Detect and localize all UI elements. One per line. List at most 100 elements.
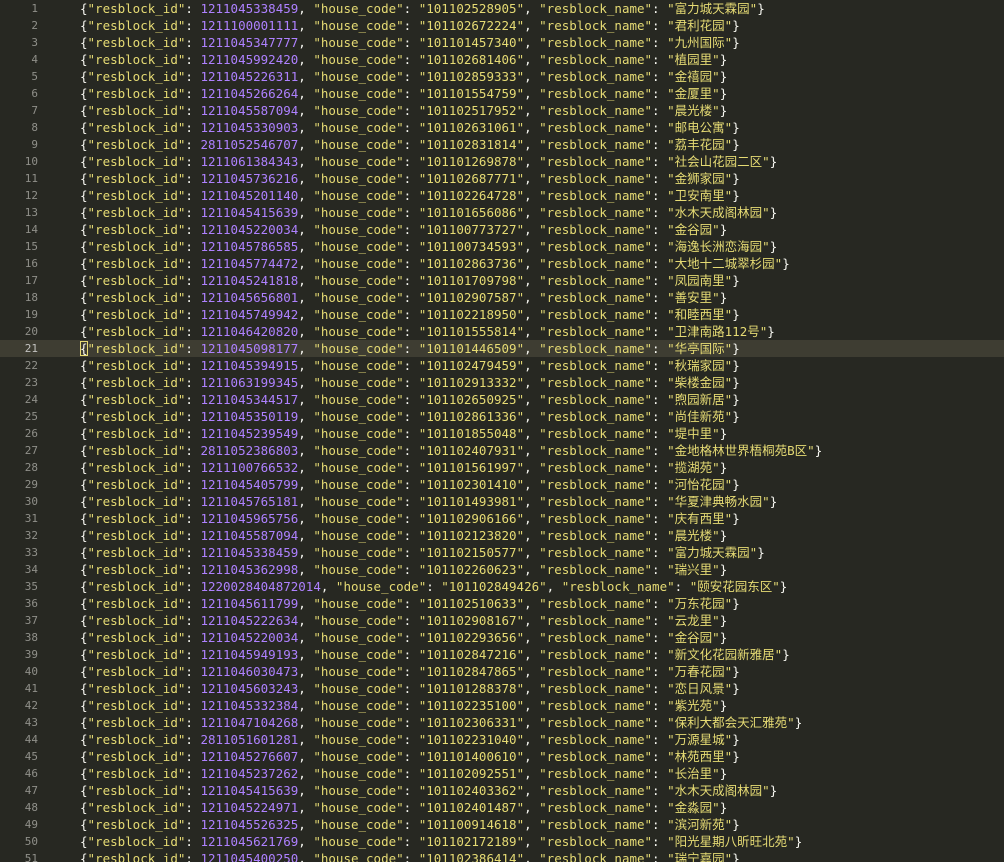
colon: : xyxy=(185,817,201,832)
close-brace: } xyxy=(732,35,740,50)
close-brace: } xyxy=(732,851,740,862)
colon: : xyxy=(674,579,690,594)
code-line[interactable]: 13 {"resblock_id": 1211045415639, "house_… xyxy=(0,204,1004,221)
key-resblock-name: "resblock_name" xyxy=(539,239,653,254)
code-line[interactable]: 50 {"resblock_id": 1211045621769, "house_… xyxy=(0,833,1004,850)
code-line[interactable]: 3 {"resblock_id": 1211045347777, "house_c… xyxy=(0,34,1004,51)
code-line[interactable]: 49 {"resblock_id": 1211045526325, "house_… xyxy=(0,816,1004,833)
code-line[interactable]: 30 {"resblock_id": 1211045765181, "house_… xyxy=(0,493,1004,510)
code-line[interactable]: 22 {"resblock_id": 1211045394915, "house_… xyxy=(0,357,1004,374)
comma: , xyxy=(298,698,314,713)
code-line[interactable]: 15 {"resblock_id": 1211045786585, "house_… xyxy=(0,238,1004,255)
code-line[interactable]: 21 {"resblock_id": 1211045098177, "house_… xyxy=(0,340,1004,357)
code-line[interactable]: 27 {"resblock_id": 2811052386803, "house_… xyxy=(0,442,1004,459)
close-brace: } xyxy=(732,511,740,526)
code-line[interactable]: 9 {"resblock_id": 2811052546707, "house_c… xyxy=(0,136,1004,153)
line-number: 42 xyxy=(24,699,38,712)
code-line[interactable]: 46 {"resblock_id": 1211045237262, "house_… xyxy=(0,765,1004,782)
quote: " xyxy=(516,154,525,169)
code-line[interactable]: 17 {"resblock_id": 1211045241818, "house_… xyxy=(0,272,1004,289)
quote: " xyxy=(712,290,720,305)
code-line[interactable]: 4 {"resblock_id": 1211045992420, "house_c… xyxy=(0,51,1004,68)
code-line[interactable]: 41 {"resblock_id": 1211045603243, "house_… xyxy=(0,680,1004,697)
open-brace: { xyxy=(80,766,88,781)
code-line[interactable]: 31 {"resblock_id": 1211045965756, "house_… xyxy=(0,510,1004,527)
code-line[interactable]: 32 {"resblock_id": 1211045587094, "house_… xyxy=(0,527,1004,544)
colon: : xyxy=(185,613,201,628)
quote: " xyxy=(667,613,675,628)
code-line[interactable]: 2 {"resblock_id": 1211100001111, "house_c… xyxy=(0,17,1004,34)
colon: : xyxy=(652,307,668,322)
code-line[interactable]: 16 {"resblock_id": 1211045774472, "house_… xyxy=(0,255,1004,272)
colon: : xyxy=(403,477,419,492)
colon: : xyxy=(185,783,201,798)
key-resblock-id: "resblock_id" xyxy=(87,647,186,662)
code-line[interactable]: 51 {"resblock_id": 1211045400250, "house_… xyxy=(0,850,1004,862)
key-house-code: "house_code" xyxy=(313,324,404,339)
quote: " xyxy=(667,766,675,781)
code-line[interactable]: 40 {"resblock_id": 1211046030473, "house_… xyxy=(0,663,1004,680)
value-resblock-name: 揽湖苑 xyxy=(674,460,713,475)
comma: , xyxy=(298,392,314,407)
code-line[interactable]: 33 {"resblock_id": 1211045338459, "house_… xyxy=(0,544,1004,561)
key-resblock-name: "resblock_name" xyxy=(539,545,653,560)
code-line[interactable]: 1 {"resblock_id": 1211045338459, "house_c… xyxy=(0,0,1004,17)
line-number: 35 xyxy=(24,580,38,593)
value-house-code: 101102847865 xyxy=(426,664,517,679)
quote: " xyxy=(667,120,675,135)
code-line[interactable]: 35 {"resblock_id": 1220028404872014, "hou… xyxy=(0,578,1004,595)
value-resblock-name: 柴楼金园 xyxy=(674,375,725,390)
value-house-code: 101100734593 xyxy=(426,239,517,254)
colon: : xyxy=(403,851,419,862)
code-line[interactable]: 37 {"resblock_id": 1211045222634, "house_… xyxy=(0,612,1004,629)
code-line[interactable]: 23 {"resblock_id": 1211063199345, "house_… xyxy=(0,374,1004,391)
code-line[interactable]: 11 {"resblock_id": 1211045736216, "house_… xyxy=(0,170,1004,187)
value-resblock-id: 1211045611799 xyxy=(200,596,299,611)
code-line[interactable]: 19 {"resblock_id": 1211045749942, "house_… xyxy=(0,306,1004,323)
code-line[interactable]: 47 {"resblock_id": 1211045415639, "house_… xyxy=(0,782,1004,799)
value-resblock-name: 海逸长洲恋海园 xyxy=(674,239,763,254)
close-brace: } xyxy=(769,494,778,509)
comma: , xyxy=(524,120,540,135)
code-line[interactable]: 48 {"resblock_id": 1211045224971, "house_… xyxy=(0,799,1004,816)
code-line[interactable]: 20 {"resblock_id": 1211046420820, "house_… xyxy=(0,323,1004,340)
code-line[interactable]: 18 {"resblock_id": 1211045656801, "house_… xyxy=(0,289,1004,306)
code-line[interactable]: 26 {"resblock_id": 1211045239549, "house_… xyxy=(0,425,1004,442)
value-resblock-name: 九州国际 xyxy=(674,35,725,50)
code-line[interactable]: 36 {"resblock_id": 1211045611799, "house_… xyxy=(0,595,1004,612)
comma: , xyxy=(298,18,314,33)
code-line[interactable]: 34 {"resblock_id": 1211045362998, "house_… xyxy=(0,561,1004,578)
key-resblock-id: "resblock_id" xyxy=(87,137,186,152)
code-line[interactable]: 12 {"resblock_id": 1211045201140, "house_… xyxy=(0,187,1004,204)
code-line[interactable]: 24 {"resblock_id": 1211045344517, "house_… xyxy=(0,391,1004,408)
code-line[interactable]: 10 {"resblock_id": 1211061384343, "house_… xyxy=(0,153,1004,170)
value-house-code: 101102517952 xyxy=(426,103,517,118)
code-line[interactable]: 29 {"resblock_id": 1211045405799, "house_… xyxy=(0,476,1004,493)
code-line[interactable]: 44 {"resblock_id": 2811051601281, "house_… xyxy=(0,731,1004,748)
code-line[interactable]: 43 {"resblock_id": 1211047104268, "house_… xyxy=(0,714,1004,731)
code-line[interactable]: 5 {"resblock_id": 1211045226311, "house_c… xyxy=(0,68,1004,85)
close-brace: } xyxy=(732,817,740,832)
quote: " xyxy=(712,460,720,475)
colon: : xyxy=(185,579,201,594)
code-line[interactable]: 39 {"resblock_id": 1211045949193, "house_… xyxy=(0,646,1004,663)
quote: " xyxy=(516,545,525,560)
code-line[interactable]: 7 {"resblock_id": 1211045587094, "house_c… xyxy=(0,102,1004,119)
code-line[interactable]: 45 {"resblock_id": 1211045276607, "house_… xyxy=(0,748,1004,765)
code-line[interactable]: 14 {"resblock_id": 1211045220034, "house_… xyxy=(0,221,1004,238)
code-line[interactable]: 25 {"resblock_id": 1211045350119, "house_… xyxy=(0,408,1004,425)
comma: , xyxy=(298,256,314,271)
key-house-code: "house_code" xyxy=(313,307,404,322)
open-brace: { xyxy=(80,409,88,424)
value-resblock-id: 1211045415639 xyxy=(200,205,299,220)
code-line[interactable]: 42 {"resblock_id": 1211045332384, "house_… xyxy=(0,697,1004,714)
code-line[interactable]: 38 {"resblock_id": 1211045220034, "house_… xyxy=(0,629,1004,646)
colon: : xyxy=(185,171,201,186)
colon: : xyxy=(426,579,442,594)
value-resblock-name: 金狮家园 xyxy=(674,171,725,186)
code-line[interactable]: 6 {"resblock_id": 1211045266264, "house_c… xyxy=(0,85,1004,102)
code-line[interactable]: 8 {"resblock_id": 1211045330903, "house_c… xyxy=(0,119,1004,136)
colon: : xyxy=(185,103,201,118)
code-editor[interactable]: 1 {"resblock_id": 1211045338459, "house_c… xyxy=(0,0,1004,862)
code-line[interactable]: 28 {"resblock_id": 1211100766532, "house_… xyxy=(0,459,1004,476)
